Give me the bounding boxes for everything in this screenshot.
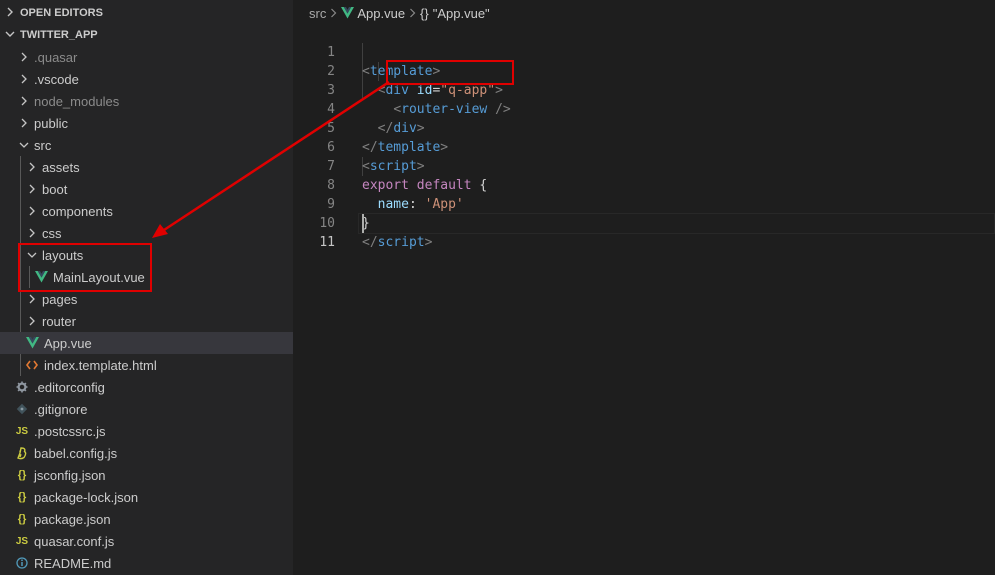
tree-item-label: node_modules [34,93,120,109]
file-app-vue[interactable]: App.vue [0,332,293,354]
tree-item-label: components [42,203,113,219]
info-icon [14,557,30,569]
chevron-right-icon [17,118,31,128]
file-postcssrc-js[interactable]: JS .postcssrc.js [0,420,293,442]
open-editors-header[interactable]: OPEN EDITORS [0,2,293,24]
tree-item-label: package-lock.json [34,489,139,505]
chevron-right-icon [17,96,31,106]
folder-router[interactable]: router [0,310,293,332]
tree-item-label: package.json [34,511,111,527]
folder-public[interactable]: public [0,112,293,134]
chevron-right-icon [25,162,39,172]
tree-item-label: .vscode [34,71,79,87]
editor-area: src App.vue {} "App.vue" 1 <template> 2 … [293,0,995,575]
folder-src[interactable]: src [0,134,293,156]
open-editors-label: OPEN EDITORS [20,7,103,19]
folder-assets[interactable]: assets [0,156,293,178]
chevron-right-icon [330,6,337,21]
tree-item-label: README.md [34,555,112,571]
code-line[interactable]: 6 <script> [293,119,995,174]
breadcrumb-symbol[interactable]: "App.vue" [433,6,490,21]
project-header[interactable]: TWITTER_APP [0,24,293,46]
chevron-right-icon [25,316,39,326]
chevron-right-icon [409,6,416,21]
code-token: </ [362,235,378,250]
explorer-sidebar: OPEN EDITORS TWITTER_APP .quasar .vscode… [0,0,293,575]
tree-item-label: .quasar [34,49,78,65]
folder-quasar[interactable]: .quasar [0,46,293,68]
tree-item-label: jsconfig.json [34,467,106,483]
git-icon [14,403,30,415]
tree-item-label: .postcssrc.js [34,423,106,439]
breadcrumb-file[interactable]: App.vue [357,6,405,21]
babel-icon [14,446,30,460]
code-line[interactable]: 10 </script> [293,195,995,250]
code-line[interactable]: 7 export default { [293,138,995,193]
vue-icon [24,337,40,349]
code-line[interactable]: 5 </template> [293,100,995,155]
js-icon: JS [15,535,29,547]
json-icon: {} [17,491,27,503]
folder-css[interactable]: css [0,222,293,244]
code-token: script [377,235,425,250]
tree-item-label: boot [42,181,68,197]
code-line[interactable]: 8 name: 'App' [293,157,995,212]
json-icon: {} [17,513,27,525]
tree-item-label: .editorconfig [34,379,105,395]
tree-item-label: quasar.conf.js [34,533,115,549]
folder-vscode[interactable]: .vscode [0,68,293,90]
file-package-json[interactable]: {} package.json [0,508,293,530]
braces-icon: {} [420,5,429,21]
json-icon: {} [17,469,27,481]
file-babel-config-js[interactable]: babel.config.js [0,442,293,464]
chevron-down-icon [17,141,31,149]
tree-item-label: .gitignore [34,401,88,417]
file-jsconfig-json[interactable]: {} jsconfig.json [0,464,293,486]
folder-node-modules[interactable]: node_modules [0,90,293,112]
current-line-highlight [358,213,995,234]
tree-item-label: css [42,225,62,241]
file-index-template-html[interactable]: index.template.html [0,354,293,376]
code-line[interactable]: 9 } [293,176,995,231]
js-icon: JS [15,425,29,437]
folder-components[interactable]: components [0,200,293,222]
chevron-right-icon [25,184,39,194]
chevron-down-icon [0,29,20,42]
tree-item-label: App.vue [44,335,92,351]
chevron-right-icon [0,7,20,20]
tree-item-label: pages [42,291,78,307]
file-quasar-conf-js[interactable]: JS quasar.conf.js [0,530,293,552]
chevron-right-icon [17,52,31,62]
highlight-box-router-view [386,60,514,85]
code-line[interactable]: 1 <template> [293,24,995,79]
file-gitignore[interactable]: .gitignore [0,398,293,420]
gear-icon [14,381,30,393]
chevron-right-icon [25,228,39,238]
line-number: 11 [319,235,335,250]
chevron-right-icon [25,206,39,216]
folder-boot[interactable]: boot [0,178,293,200]
file-package-lock-json[interactable]: {} package-lock.json [0,486,293,508]
tree-item-label: babel.config.js [34,445,118,461]
chevron-right-icon [17,74,31,84]
highlight-box-layouts [18,243,152,292]
tree-item-label: router [42,313,76,329]
project-label: TWITTER_APP [20,29,98,41]
text-cursor [362,214,364,233]
chevron-right-icon [25,294,39,304]
tree-item-label: assets [42,159,80,175]
tree-item-label: src [34,137,52,153]
file-readme-md[interactable]: README.md [0,552,293,574]
tree-item-label: public [34,115,68,131]
breadcrumb: src App.vue {} "App.vue" [309,3,490,23]
html-icon [24,360,40,370]
code-token: > [424,235,433,250]
tree-item-label: index.template.html [44,357,157,373]
vue-icon [341,7,355,19]
file-editorconfig[interactable]: .editorconfig [0,376,293,398]
breadcrumb-folder[interactable]: src [309,6,326,21]
